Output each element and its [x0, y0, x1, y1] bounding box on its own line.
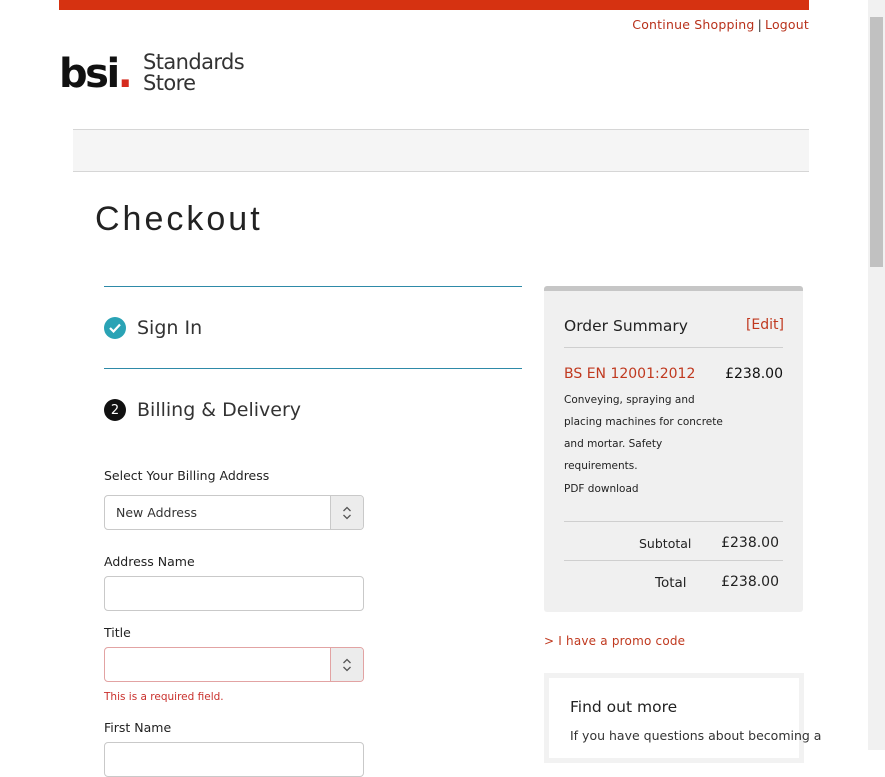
divider: [564, 347, 783, 348]
page-title: Checkout: [95, 200, 263, 238]
step-sign-in-label: Sign In: [137, 317, 203, 339]
address-name-input[interactable]: [104, 576, 364, 611]
product-price: £238.00: [725, 366, 783, 382]
logo-text: bsi: [59, 51, 120, 97]
step-billing-label: Billing & Delivery: [137, 399, 302, 421]
check-icon: [104, 317, 126, 339]
find-out-more-text: If you have questions about becoming a: [570, 728, 822, 743]
product-description: Conveying, spraying and placing machines…: [564, 394, 723, 472]
nav-bar: [73, 129, 809, 172]
chevron-updown-icon: [330, 496, 363, 529]
product-code-link[interactable]: BS EN 12001:2012: [564, 366, 695, 382]
subtotal-value: £238.00: [721, 535, 779, 551]
subtotal-label: Subtotal: [639, 536, 692, 551]
total-value: £238.00: [721, 574, 779, 590]
logo-store-line1: Standards: [143, 50, 245, 74]
step-number-badge: 2: [104, 399, 126, 421]
find-out-more-heading: Find out more: [570, 698, 678, 716]
divider: [564, 521, 783, 522]
address-name-label: Address Name: [104, 554, 195, 569]
title-select[interactable]: [104, 647, 364, 682]
promo-code-link[interactable]: > I have a promo code: [544, 634, 685, 648]
scrollbar-thumb[interactable]: [870, 17, 883, 267]
logout-link[interactable]: Logout: [765, 17, 809, 32]
billing-address-value: New Address: [116, 505, 198, 520]
divider: [104, 368, 522, 369]
product-format: PDF download: [564, 483, 639, 495]
bsi-logo[interactable]: bsi. Standards Store: [59, 51, 245, 97]
order-summary-heading: Order Summary: [564, 317, 688, 335]
edit-link[interactable]: [Edit]: [746, 317, 784, 333]
first-name-input[interactable]: [104, 742, 364, 777]
billing-address-select[interactable]: New Address: [104, 495, 364, 530]
step-billing: 2 Billing & Delivery: [104, 399, 301, 421]
top-links: Continue Shopping | Logout: [632, 17, 809, 32]
step-sign-in[interactable]: Sign In: [104, 317, 202, 339]
order-summary: Order Summary [Edit] BS EN 12001:2012 £2…: [544, 286, 803, 612]
top-accent-bar: [59, 0, 809, 10]
logo-store-line2: Store: [143, 71, 196, 95]
total-label: Total: [655, 575, 687, 591]
logo-store-text: Standards Store: [143, 50, 245, 95]
first-name-label: First Name: [104, 720, 172, 735]
chevron-updown-icon: [330, 648, 363, 681]
billing-address-label: Select Your Billing Address: [104, 468, 270, 483]
divider: [104, 286, 522, 287]
title-error-message: This is a required field.: [104, 691, 224, 703]
logo-dot: .: [117, 51, 133, 97]
divider: [564, 560, 783, 561]
continue-shopping-link[interactable]: Continue Shopping: [632, 17, 754, 32]
title-label: Title: [104, 625, 131, 640]
link-separator: |: [757, 17, 762, 32]
